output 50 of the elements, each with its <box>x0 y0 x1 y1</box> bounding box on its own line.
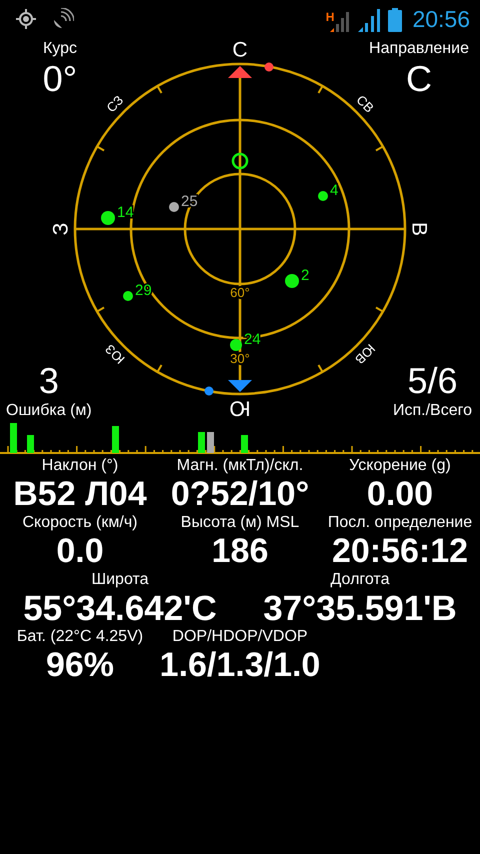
compass-direction-label: В <box>408 222 430 236</box>
clock-time: 20:56 <box>412 6 470 32</box>
reading-label: Высота (м) MSL <box>180 513 300 533</box>
compass-direction-label: СВ <box>353 92 377 116</box>
reading-label: DOP/HDOP/VDOP <box>172 627 308 647</box>
reading-label: Посл. определение <box>328 513 472 533</box>
course-label: Курс <box>42 40 78 58</box>
compass-direction-label: Ю <box>229 396 251 420</box>
reading-value: В52 Л04 <box>13 476 147 513</box>
satellite-number: 29 <box>135 282 152 299</box>
north-arrow-icon <box>228 66 252 78</box>
reading-label: Долгота <box>330 570 390 590</box>
moon-marker-icon <box>204 386 214 396</box>
compass-direction-label: СЗ <box>104 92 126 116</box>
sun-marker-icon <box>264 62 274 72</box>
heading-label: Направление <box>369 40 469 58</box>
error-label: Ошибка (м) <box>6 402 92 420</box>
heading-value: С <box>406 58 432 100</box>
reading-label: Наклон (°) <box>42 456 118 476</box>
signal-bars-icon <box>358 8 382 32</box>
compass-direction-label: ЮЗ <box>102 341 128 367</box>
location-target-icon <box>16 9 36 29</box>
reading-label: Скорость (км/ч) <box>22 513 138 533</box>
reading-label: Широта <box>91 570 149 590</box>
ring-icon <box>232 152 248 170</box>
network-type-label: H <box>326 10 334 24</box>
satellites-count-label: Исп./Всего <box>392 402 472 420</box>
reading-value: 0?52/10° <box>170 476 310 513</box>
reading-value: 96% <box>46 647 114 684</box>
reading-value: 1.6/1.3/1.0 <box>160 647 320 684</box>
battery-icon <box>388 8 402 32</box>
satellite-number: 2 <box>301 267 310 284</box>
compass-direction-label: З <box>50 222 72 236</box>
satellite-number: 4 <box>330 182 338 199</box>
compass-direction-label: С <box>232 38 248 62</box>
reading-value: 20:56:12 <box>332 533 468 570</box>
reading-label: Бат. (22°C 4.25V) <box>16 627 144 647</box>
reading-value: 0.00 <box>366 476 434 513</box>
reading-label: Ускорение (g) <box>349 456 451 476</box>
error-value: 3 <box>38 360 59 402</box>
reading-value: 186 <box>212 533 268 570</box>
reading-label: Магн. (мкТл)/скл. <box>176 456 304 476</box>
south-arrow-icon <box>228 380 252 392</box>
reading-value: 0.0 <box>56 533 104 570</box>
course-value: 0° <box>42 58 78 100</box>
reading-value: 55°34.642'С <box>23 590 217 627</box>
compass-direction-label: ЮВ <box>352 341 378 368</box>
satellites-count-value: 5/6 <box>407 360 458 402</box>
satellite-dish-icon <box>52 8 74 30</box>
reading-value: 37°35.591'В <box>263 590 457 627</box>
